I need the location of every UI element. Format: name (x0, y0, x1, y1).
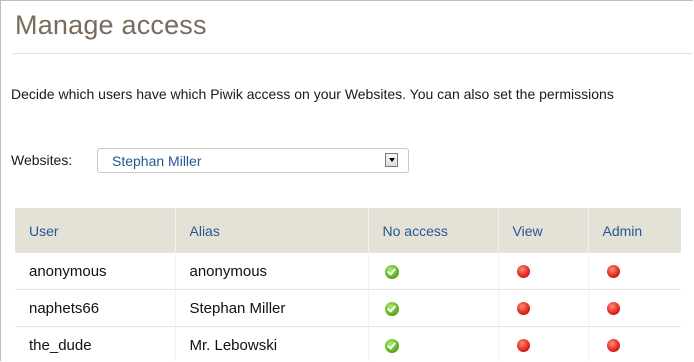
title-divider (13, 53, 693, 54)
table-row: anonymous anonymous (15, 253, 681, 290)
red-dot-icon[interactable] (516, 302, 530, 316)
websites-label: Websites: (11, 152, 73, 168)
table-row: the_dude Mr. Lebowski (15, 326, 681, 361)
red-dot-icon[interactable] (516, 339, 530, 353)
table-header-row: User Alias No access View Admin (15, 208, 681, 253)
alias-cell: Stephan Miller (174, 289, 368, 327)
chevron-down-icon[interactable] (385, 153, 398, 167)
no-access-cell[interactable] (367, 289, 498, 327)
user-cell: the_dude (29, 336, 92, 354)
user-cell: naphets66 (15, 289, 175, 327)
admin-cell[interactable] (587, 289, 681, 327)
column-header-admin[interactable]: Admin (587, 208, 681, 253)
website-select[interactable]: Stephan Miller (97, 148, 409, 173)
red-dot-icon[interactable] (516, 265, 530, 279)
red-dot-icon[interactable] (606, 302, 620, 316)
no-access-cell[interactable] (367, 326, 498, 361)
column-header-user[interactable]: User (15, 208, 175, 253)
column-header-no-access[interactable]: No access (367, 208, 498, 253)
green-check-circle-icon[interactable] (384, 301, 399, 316)
page-description: Decide which users have which Piwik acce… (11, 86, 614, 102)
user-cell: anonymous (15, 253, 175, 290)
view-cell[interactable] (497, 326, 588, 361)
red-dot-icon[interactable] (606, 265, 620, 279)
no-access-cell[interactable] (367, 253, 498, 290)
admin-cell[interactable] (587, 253, 681, 290)
view-cell[interactable] (497, 253, 588, 290)
red-dot-icon[interactable] (606, 339, 620, 353)
website-select-value: Stephan Miller (112, 153, 202, 169)
green-check-circle-icon[interactable] (384, 338, 399, 353)
alias-cell: anonymous (174, 253, 368, 290)
access-table: User Alias No access View Admin anonymou… (15, 208, 681, 361)
view-cell[interactable] (497, 289, 588, 327)
page-title: Manage access (15, 10, 207, 40)
admin-cell[interactable] (587, 326, 681, 361)
table-row: naphets66 Stephan Miller (15, 289, 681, 327)
column-header-view[interactable]: View (497, 208, 588, 253)
alias-cell: Mr. Lebowski (174, 326, 368, 361)
column-header-alias[interactable]: Alias (174, 208, 368, 253)
green-check-circle-icon[interactable] (384, 264, 399, 279)
manage-access-panel: Manage access Decide which users have wh… (0, 0, 693, 361)
